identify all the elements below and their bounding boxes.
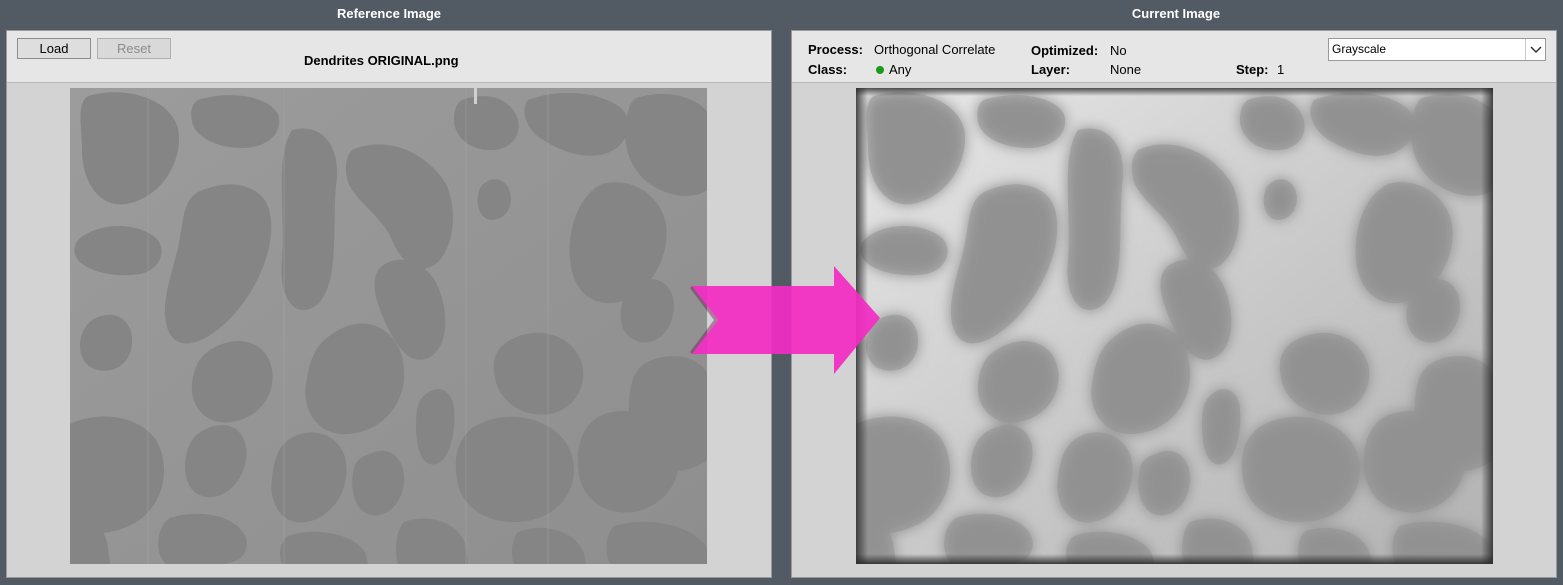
optimized-value: No — [1110, 43, 1127, 58]
class-value-wrap: Any — [876, 62, 911, 77]
current-panel-title: Current Image — [1131, 6, 1221, 21]
reference-image[interactable] — [70, 88, 707, 564]
load-button[interactable]: Load — [17, 38, 91, 59]
layer-value: None — [1110, 62, 1142, 77]
chevron-down-icon[interactable] — [1525, 39, 1545, 60]
reference-panel: Load Reset Dendrites ORIGINAL.png — [6, 30, 772, 578]
step-value: 1 — [1277, 62, 1285, 77]
step-label: Step: — [1236, 62, 1269, 77]
reference-image-render — [70, 88, 707, 564]
current-toolbar: Process: Orthogonal Correlate Optimized:… — [792, 31, 1556, 83]
process-label: Process: — [808, 42, 863, 57]
reset-button[interactable]: Reset — [97, 38, 171, 59]
reference-file-name: Dendrites ORIGINAL.png — [304, 53, 459, 68]
class-label: Class: — [808, 62, 848, 77]
layer-label: Layer: — [1031, 62, 1071, 77]
current-panel: Process: Orthogonal Correlate Optimized:… — [791, 30, 1557, 578]
mode-select[interactable]: Grayscale — [1328, 38, 1546, 61]
class-value: Any — [889, 62, 912, 77]
reference-toolbar: Load Reset Dendrites ORIGINAL.png — [7, 31, 771, 83]
current-image-render — [856, 88, 1493, 564]
optimized-label: Optimized: — [1031, 43, 1099, 58]
mode-select-value: Grayscale — [1332, 42, 1387, 56]
class-status-icon — [876, 66, 884, 74]
reference-panel-title: Reference Image — [336, 6, 442, 21]
process-value: Orthogonal Correlate — [874, 42, 996, 57]
current-image[interactable] — [856, 88, 1493, 564]
